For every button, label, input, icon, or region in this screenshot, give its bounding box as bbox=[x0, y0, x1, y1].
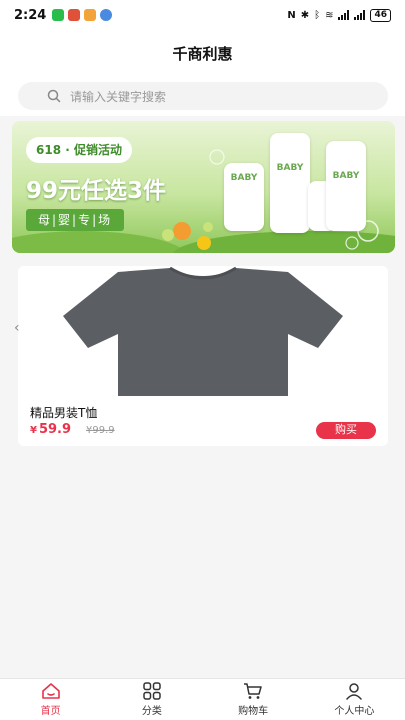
product-name: 精品男装T恤 bbox=[30, 406, 98, 420]
banner-tag: 618 · 促销活动 bbox=[26, 137, 132, 163]
product-image[interactable] bbox=[18, 266, 388, 396]
bluetooth-icon: ᛒ bbox=[314, 9, 321, 21]
promo-banner[interactable]: 618 · 促销活动 99元任选3件 母|婴|专|场 BABY BABY BAB… bbox=[12, 121, 395, 253]
tab-profile[interactable]: 个人中心 bbox=[304, 679, 405, 720]
status-time: 2:24 bbox=[14, 7, 47, 23]
product-bottle-1: BABY bbox=[224, 163, 264, 231]
product-bottle-4: BABY bbox=[326, 141, 366, 231]
buy-button[interactable]: 购买 bbox=[316, 422, 376, 439]
nfc-icon: N bbox=[287, 9, 296, 21]
tab-home-label: 首页 bbox=[40, 706, 61, 717]
wechat-icon bbox=[52, 9, 65, 21]
home-icon bbox=[41, 683, 60, 699]
tab-home[interactable]: 首页 bbox=[0, 679, 101, 720]
cart-icon bbox=[244, 683, 262, 699]
orange-decoration bbox=[173, 222, 191, 240]
search-placeholder: 请输入关键字搜索 bbox=[70, 89, 167, 104]
tab-profile-label: 个人中心 bbox=[334, 706, 375, 717]
status-bar: 2:24 N ✱ ᛒ ≋ 46 bbox=[0, 0, 405, 30]
page-title: 千商利惠 bbox=[172, 44, 233, 63]
product-bottle-2: BABY bbox=[270, 133, 310, 233]
battery-indicator: 46 bbox=[370, 8, 391, 22]
tab-category-label: 分类 bbox=[141, 706, 162, 717]
search-container: 请输入关键字搜索 bbox=[0, 76, 405, 116]
search-icon bbox=[47, 89, 61, 103]
signal-icon-2 bbox=[354, 10, 366, 20]
signal-icon bbox=[338, 10, 350, 20]
chevron-left-icon[interactable]: ‹ bbox=[14, 320, 24, 338]
tab-cart-label: 购物车 bbox=[238, 706, 269, 717]
product-card[interactable]: 精品男装T恤 ¥59.9 ¥99.9 购买 bbox=[18, 266, 388, 446]
grid-icon bbox=[143, 682, 161, 700]
product-price: ¥59.9 bbox=[30, 422, 72, 437]
vibrate-icon: ✱ bbox=[300, 9, 310, 21]
tab-cart[interactable]: 购物车 bbox=[203, 679, 304, 720]
duck-decoration bbox=[197, 236, 211, 250]
cloud-icon bbox=[100, 9, 113, 21]
tab-category[interactable]: 分类 bbox=[101, 679, 202, 720]
search-input[interactable]: 请输入关键字搜索 bbox=[18, 82, 388, 110]
wifi-icon: ≋ bbox=[325, 9, 334, 21]
user-icon bbox=[346, 683, 363, 700]
app-icon bbox=[68, 9, 81, 21]
product-original-price: ¥99.9 bbox=[86, 425, 115, 436]
app-header: 千商利惠 bbox=[0, 30, 405, 76]
banner-headline: 99元任选3件 bbox=[26, 178, 167, 204]
status-indicators: N ✱ ᛒ ≋ 46 bbox=[287, 8, 391, 22]
bottom-tab-bar: 首页 分类 购物车 个人中心 bbox=[0, 678, 405, 720]
weibo-icon bbox=[84, 9, 97, 21]
banner-subtitle: 母|婴|专|场 bbox=[26, 209, 125, 231]
